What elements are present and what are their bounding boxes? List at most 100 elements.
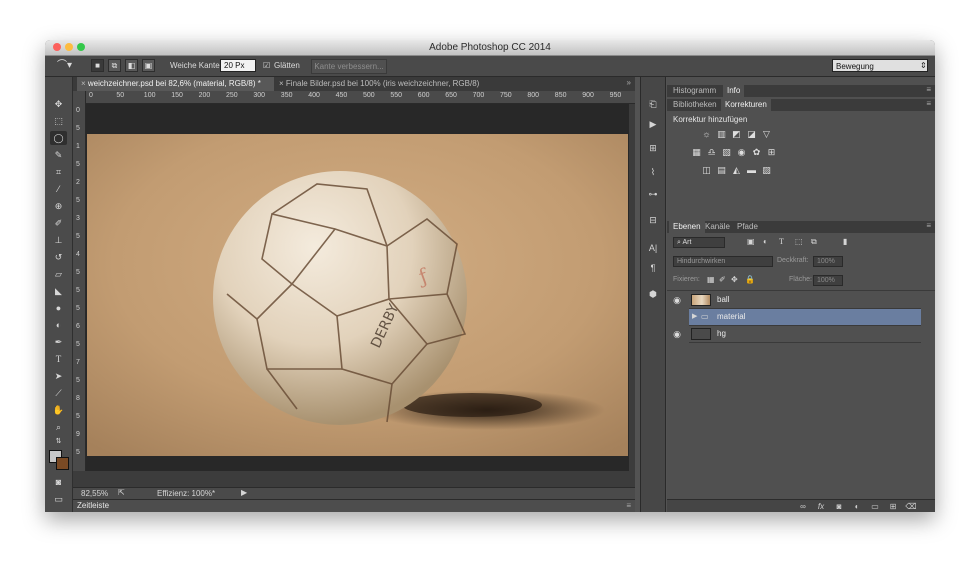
healing-brush-tool-icon[interactable]: ⊕ — [50, 199, 67, 213]
color-lookup-icon[interactable]: ⊞ — [766, 147, 777, 157]
channel-mixer-icon[interactable]: ✿ — [751, 147, 762, 157]
lock-transparent-icon[interactable]: ▦ — [707, 275, 715, 284]
lasso-tool-icon[interactable]: ◯ — [50, 131, 67, 145]
properties-panel-icon[interactable]: ⊞ — [645, 141, 661, 155]
character-panel-icon[interactable]: A| — [645, 241, 661, 255]
dodge-tool-icon[interactable]: ◐ — [50, 318, 67, 332]
panel-menu-icon[interactable]: ≡ — [926, 99, 931, 108]
filter-shape-icon[interactable]: ⬚ — [795, 237, 803, 246]
lock-position-icon[interactable]: ✥ — [731, 275, 738, 284]
brush-tool-icon[interactable]: ✐ — [50, 216, 67, 230]
history-brush-tool-icon[interactable]: ↺ — [50, 250, 67, 264]
move-tool-icon[interactable]: ✥ — [50, 97, 67, 111]
tab-histogram[interactable]: Histogramm — [669, 85, 720, 97]
tab-libraries[interactable]: Bibliotheken — [669, 99, 721, 111]
layer-row[interactable]: ball — [689, 292, 921, 309]
intersect-selection-icon[interactable]: ▣ — [142, 59, 155, 72]
panel-menu-icon[interactable]: ≡ — [626, 501, 631, 510]
tab-finale-bilder[interactable]: × Finale Bilder.psd bei 100% (iris weich… — [275, 77, 508, 91]
adjustment-layer-icon[interactable]: ◐ — [851, 501, 863, 512]
new-selection-icon[interactable]: ■ — [91, 59, 104, 72]
filter-adjust-icon[interactable]: ◐ — [763, 237, 768, 246]
path-select-tool-icon[interactable]: ➤ — [50, 369, 67, 383]
tab-channels[interactable]: Kanäle — [701, 221, 734, 233]
tab-info[interactable]: Info — [723, 85, 745, 97]
link-layers-icon[interactable]: ∞ — [797, 501, 809, 512]
visibility-eye-icon[interactable]: ◉ — [672, 292, 682, 308]
feather-input[interactable]: 20 Px — [220, 59, 256, 72]
tab-adjustments[interactable]: Korrekturen — [721, 99, 771, 111]
brush-presets-icon[interactable]: ⊶ — [645, 187, 661, 201]
brush-panel-icon[interactable]: ⌇ — [645, 165, 661, 179]
screen-mode-icon[interactable]: ▭ — [50, 492, 67, 506]
workspace-select[interactable]: Bewegung — [832, 59, 928, 72]
expand-arrow-icon[interactable]: ▶ — [692, 309, 697, 325]
background-color-swatch[interactable] — [56, 457, 69, 470]
refine-edge-button[interactable]: Kante verbessern... — [311, 59, 387, 74]
line-tool-icon[interactable]: ⟋ — [50, 386, 67, 400]
add-mask-icon[interactable]: ◙ — [833, 501, 845, 512]
eyedropper-tool-icon[interactable]: ⁄ — [50, 182, 67, 196]
posterize-icon[interactable]: ▤ — [716, 165, 727, 175]
tab-paths[interactable]: Pfade — [733, 221, 762, 233]
status-menu-arrow-icon[interactable]: ▶ — [241, 488, 247, 497]
antialias-checkbox[interactable]: ☑ — [263, 59, 270, 72]
filter-type-icon[interactable]: T — [779, 237, 784, 246]
quick-mask-icon[interactable]: ◙ — [50, 475, 67, 489]
zoom-level[interactable]: 82,55% — [81, 489, 108, 498]
filter-smart-icon[interactable]: ⧉ — [811, 237, 817, 247]
tab-layers[interactable]: Ebenen — [669, 221, 705, 233]
filter-pixel-icon[interactable]: ▣ — [747, 237, 755, 246]
vibrance-icon[interactable]: ▽ — [761, 129, 772, 139]
type-tool-icon[interactable]: T — [50, 352, 67, 366]
timeline-tab[interactable]: Zeitleiste — [77, 501, 109, 510]
lasso-tool-preset-icon[interactable]: ⌒▾ — [57, 59, 72, 72]
paragraph-panel-icon[interactable]: ¶ — [645, 261, 661, 275]
paint-bucket-tool-icon[interactable]: ◣ — [50, 284, 67, 298]
layer-row[interactable]: hg — [689, 326, 921, 343]
black-white-icon[interactable]: ▧ — [721, 147, 732, 157]
threshold-icon[interactable]: ◭ — [731, 165, 742, 175]
exposure-icon[interactable]: ◪ — [746, 129, 757, 139]
fill-input[interactable]: 100% — [813, 275, 843, 286]
tab-close-icon[interactable]: × — [81, 79, 88, 88]
delete-layer-icon[interactable]: ⌫ — [905, 501, 917, 512]
panel-menu-icon[interactable]: ≡ — [926, 221, 931, 230]
zoom-tool-icon[interactable]: ⌕ — [50, 420, 67, 434]
lock-pixels-icon[interactable]: ✐ — [719, 275, 726, 284]
photo-filter-icon[interactable]: ◉ — [736, 147, 747, 157]
hand-tool-icon[interactable]: ✋ — [50, 403, 67, 417]
opacity-input[interactable]: 100% — [813, 256, 843, 267]
quick-select-tool-icon[interactable]: ✎ — [50, 148, 67, 162]
selective-color-icon[interactable]: ▨ — [761, 165, 772, 175]
filter-toggle-icon[interactable]: ▮ — [843, 237, 847, 246]
layer-name[interactable]: ball — [717, 292, 729, 308]
actions-panel-icon[interactable]: ▶ — [645, 117, 661, 131]
color-balance-icon[interactable]: ♎ — [706, 147, 717, 157]
hue-saturation-icon[interactable]: ▦ — [691, 147, 702, 157]
clone-source-icon[interactable]: ⊟ — [645, 213, 661, 227]
history-panel-icon[interactable]: ⎗ — [645, 97, 661, 111]
visibility-eye-icon[interactable]: ◉ — [672, 326, 682, 342]
eraser-tool-icon[interactable]: ▱ — [50, 267, 67, 281]
gradient-map-icon[interactable]: ▬ — [746, 165, 757, 175]
levels-icon[interactable]: ▥ — [716, 129, 727, 139]
new-group-icon[interactable]: ▭ — [869, 501, 881, 512]
canvas-image[interactable]: DERBY ƒ — [87, 134, 628, 456]
layer-name[interactable]: material — [717, 309, 745, 325]
clone-stamp-tool-icon[interactable]: ⊥ — [50, 233, 67, 247]
visibility-toggle-empty[interactable] — [672, 309, 682, 325]
subtract-selection-icon[interactable]: ◧ — [125, 59, 138, 72]
blend-mode-select[interactable]: Hindurchwirken — [673, 256, 773, 267]
export-icon[interactable]: ⇱ — [118, 488, 125, 497]
swap-colors-icon[interactable]: ⇅ — [50, 435, 67, 449]
panel-menu-icon[interactable]: ≡ — [926, 85, 931, 94]
brightness-icon[interactable]: ☼ — [701, 129, 712, 139]
lock-all-icon[interactable]: 🔒 — [745, 275, 755, 284]
tab-weichzeichner[interactable]: × weichzeichner.psd bei 82,6% (material,… — [77, 77, 274, 91]
marquee-tool-icon[interactable]: ⬚ — [50, 114, 67, 128]
add-selection-icon[interactable]: ⧉ — [108, 59, 121, 72]
layer-row[interactable]: ▶ ▭ material — [689, 309, 921, 326]
curves-icon[interactable]: ◩ — [731, 129, 742, 139]
layer-name[interactable]: hg — [717, 326, 726, 342]
